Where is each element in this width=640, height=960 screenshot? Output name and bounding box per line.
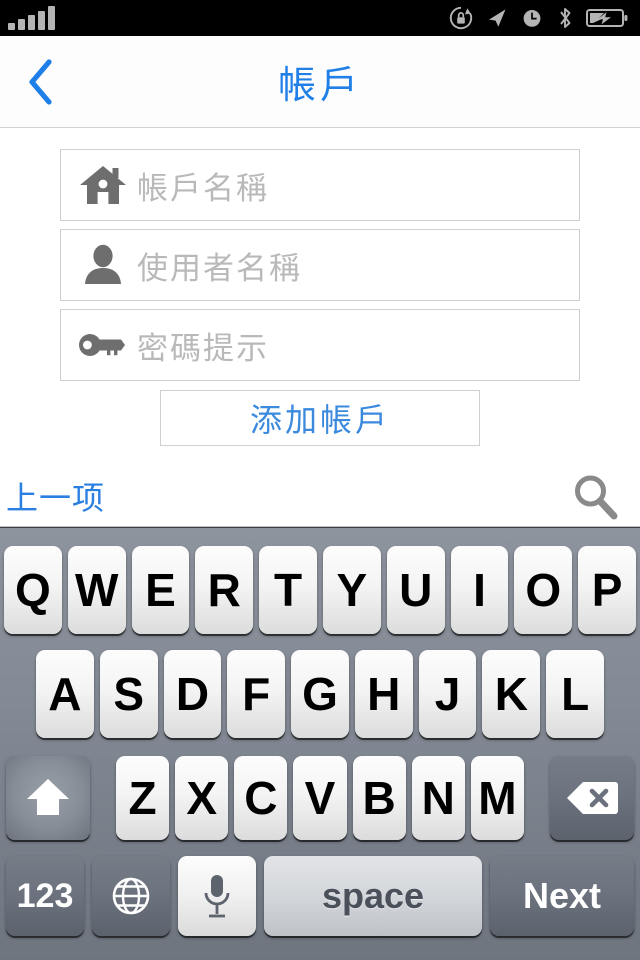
key-x[interactable]: X (175, 756, 229, 840)
key-l[interactable]: L (546, 650, 605, 738)
onscreen-keyboard: Q W E R T Y U I O P A S D F G H J K L Z … (0, 527, 640, 960)
signal-bar-2 (18, 19, 25, 30)
space-key[interactable]: space (264, 856, 482, 936)
key-r[interactable]: R (195, 546, 254, 634)
key-w[interactable]: W (67, 546, 126, 634)
globe-icon (112, 877, 150, 915)
signal-bar-5 (48, 6, 55, 30)
key-icon (75, 319, 131, 371)
key-y[interactable]: Y (322, 546, 381, 634)
signal-strength-indicator (8, 6, 55, 30)
status-bar-icons (448, 5, 632, 31)
password-hint-placeholder: 密碼提示 (137, 330, 269, 366)
location-arrow-icon (489, 9, 506, 27)
status-bar (0, 0, 640, 36)
keyboard-row-4: 123 space Next (0, 850, 640, 942)
keyboard-row-2: A S D F G H J K L (0, 642, 640, 746)
key-k[interactable]: K (482, 650, 541, 738)
key-o[interactable]: O (514, 546, 573, 634)
key-h[interactable]: H (354, 650, 413, 738)
password-hint-field[interactable]: 密碼提示 (60, 309, 580, 381)
search-button[interactable] (568, 469, 622, 523)
key-c[interactable]: C (234, 756, 288, 840)
key-b[interactable]: B (352, 756, 406, 840)
key-d[interactable]: D (163, 650, 222, 738)
key-f[interactable]: F (227, 650, 286, 738)
chevron-left-icon (29, 58, 52, 105)
key-e[interactable]: E (131, 546, 190, 634)
battery-charging-icon (586, 9, 628, 27)
key-t[interactable]: T (259, 546, 317, 634)
key-p[interactable]: P (578, 546, 636, 634)
dictation-key[interactable] (178, 856, 256, 936)
key-i[interactable]: I (450, 546, 509, 634)
key-j[interactable]: J (418, 650, 477, 738)
account-name-field[interactable]: 帳戶名稱 (60, 149, 580, 221)
signal-bar-4 (38, 11, 45, 30)
key-m[interactable]: M (470, 756, 524, 840)
key-u[interactable]: U (386, 546, 445, 634)
keyboard-row-1: Q W E R T Y U I O P (0, 538, 640, 642)
signal-bar-3 (28, 15, 35, 30)
key-z[interactable]: Z (116, 756, 170, 840)
account-name-placeholder: 帳戶名稱 (137, 170, 269, 206)
numeric-mode-key[interactable]: 123 (6, 856, 84, 936)
backspace-icon (566, 782, 618, 814)
phone-screen: 帳戶 帳戶名稱 使用者名稱 密碼提示 添加帳戶 上一项 Q W E R T Y … (0, 0, 640, 960)
alarm-clock-icon (523, 10, 541, 27)
shift-key[interactable] (6, 756, 90, 840)
backspace-key[interactable] (549, 756, 634, 840)
return-key[interactable]: Next (490, 856, 634, 936)
navigation-bar: 帳戶 (0, 36, 640, 128)
rotation-lock-icon (449, 6, 473, 30)
globe-key[interactable] (92, 856, 170, 936)
key-g[interactable]: G (291, 650, 349, 738)
previous-field-button[interactable]: 上一项 (6, 473, 105, 519)
shift-arrow-icon (27, 779, 69, 815)
username-placeholder: 使用者名稱 (137, 250, 302, 286)
microphone-icon (204, 875, 230, 918)
keyboard-accessory-toolbar: 上一项 (0, 465, 640, 527)
signal-bar-1 (8, 23, 15, 30)
key-v[interactable]: V (293, 756, 347, 840)
key-n[interactable]: N (411, 756, 465, 840)
back-button[interactable] (14, 54, 66, 110)
username-field[interactable]: 使用者名稱 (60, 229, 580, 301)
person-icon (75, 239, 131, 291)
key-a[interactable]: A (36, 650, 94, 738)
key-s[interactable]: S (99, 650, 158, 738)
page-title: 帳戶 (277, 65, 362, 107)
keyboard-row-3: Z X C V B N M (0, 746, 640, 850)
add-account-button[interactable]: 添加帳戶 (160, 390, 480, 446)
house-icon (75, 159, 131, 211)
account-form: 帳戶名稱 使用者名稱 密碼提示 添加帳戶 (0, 129, 640, 465)
bluetooth-icon (560, 8, 571, 28)
key-q[interactable]: Q (4, 546, 62, 634)
search-icon (575, 475, 618, 519)
